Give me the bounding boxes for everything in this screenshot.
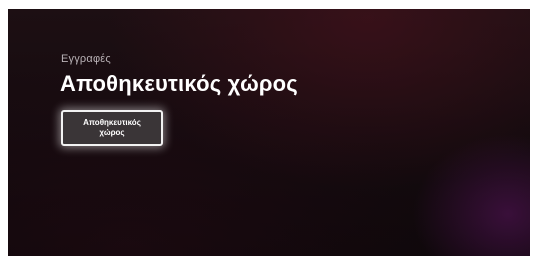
storage-tile-button[interactable]: Αποθηκευτικός χώρος xyxy=(61,110,163,146)
section-category-label: Εγγραφές xyxy=(61,53,111,65)
tv-screen: Εγγραφές Αποθηκευτικός χώρος Αποθηκευτικ… xyxy=(8,9,530,256)
page-title: Αποθηκευτικός χώρος xyxy=(60,71,298,96)
storage-tile-label: Αποθηκευτικός χώρος xyxy=(83,118,141,137)
